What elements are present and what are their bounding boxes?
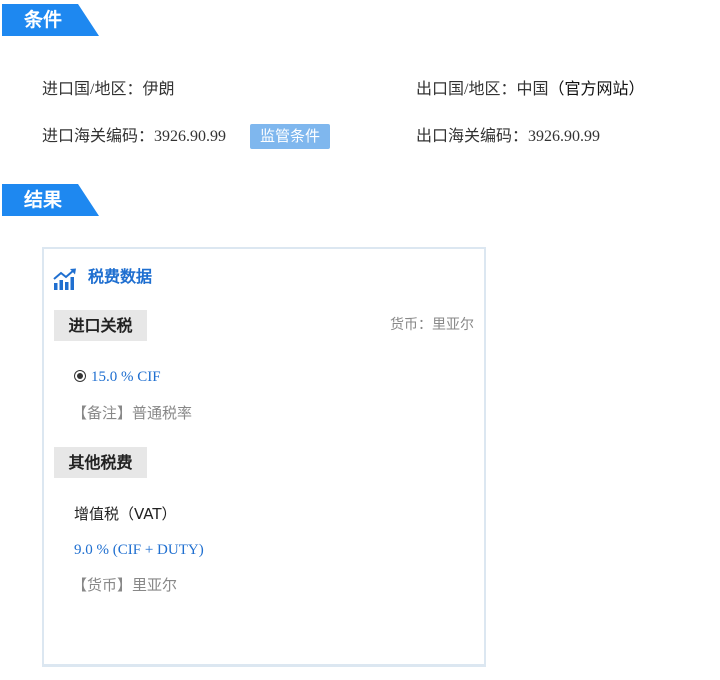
tax-data-title: 税费数据	[88, 267, 153, 286]
results-section-title: 结果	[24, 189, 63, 211]
import-country-row: 进口国/地区：伊朗	[42, 80, 174, 100]
currency-value: 里亚尔	[432, 317, 474, 333]
currency-label: 货币：	[390, 317, 432, 333]
bar-chart-trend-icon	[53, 268, 76, 290]
vat-rate-text: 9.0 % (CIF + DUTY)	[74, 542, 204, 558]
import-hs-value: 3926.90.99	[154, 128, 227, 145]
import-hs-label: 进口海关编码：	[42, 128, 155, 145]
import-duty-tag: 进口关税	[54, 310, 147, 341]
import-country-label: 进口国/地区：	[42, 81, 143, 98]
vat-currency-text: 【货币】里亚尔	[72, 576, 178, 594]
duty-note-text: 【备注】普通税率	[72, 404, 193, 422]
import-hs-row: 进口海关编码：3926.90.99	[42, 127, 226, 147]
export-hs-value: 3926.90.99	[528, 128, 601, 145]
other-tax-tag: 其他税费	[54, 447, 147, 478]
results-section-header: 结果	[2, 184, 99, 216]
vat-name-text: 增值税（VAT）	[74, 505, 177, 523]
export-hs-row: 出口海关编码：3926.90.99	[416, 127, 600, 147]
duty-rate-text: 15.0 % CIF	[91, 369, 161, 385]
export-country-label: 出口国/地区：	[416, 81, 517, 98]
conditions-section-title: 条件	[24, 9, 63, 31]
conditions-section-header: 条件	[2, 4, 99, 36]
currency-display: 货币：里亚尔	[390, 315, 474, 335]
tax-data-panel: 税费数据 进口关税 货币：里亚尔 15.0 % CIF 【备注】普通税率 其他税…	[42, 247, 486, 667]
export-hs-label: 出口海关编码：	[416, 128, 529, 145]
export-country-value: 中国	[516, 81, 549, 98]
official-website-link[interactable]: （官方网站）	[548, 81, 644, 98]
import-country-value: 伊朗	[142, 81, 175, 98]
regulatory-conditions-button[interactable]: 监管条件	[250, 124, 330, 149]
duty-rate-radio[interactable]	[74, 370, 86, 382]
export-country-row: 出口国/地区：中国（官方网站）	[416, 80, 644, 100]
